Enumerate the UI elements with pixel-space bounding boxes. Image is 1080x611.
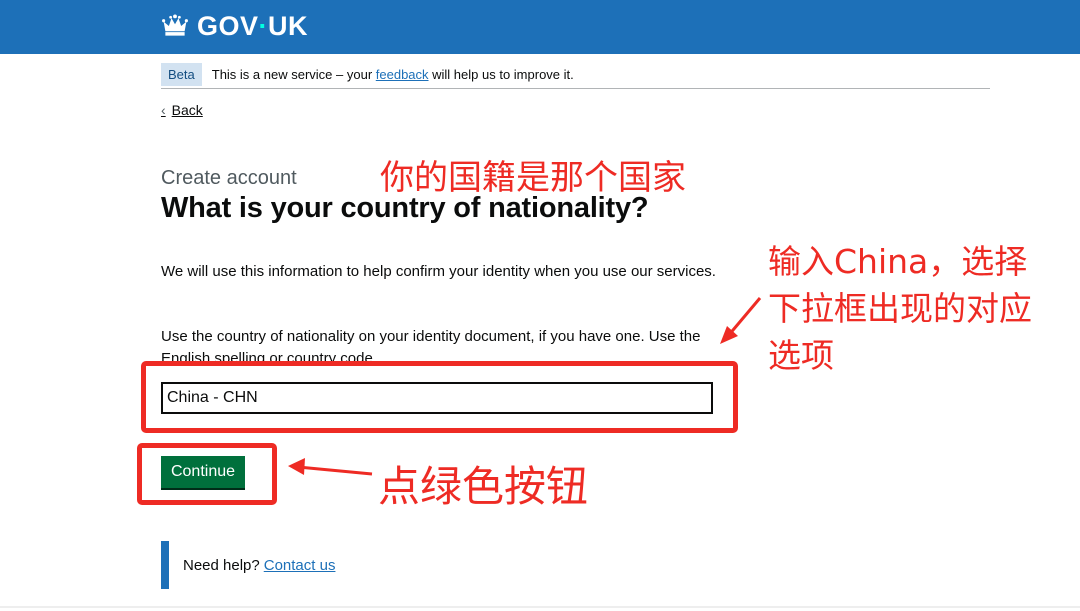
button-highlight-box [137, 443, 277, 505]
annotation-input-note-line3: 选项 [768, 336, 834, 375]
annotation-heading-note: 你的国籍是那个国家 [380, 158, 686, 198]
back-link-label: Back [171, 102, 203, 118]
info-paragraph: We will use this information to help con… [161, 263, 716, 280]
help-panel: Need help? Contact us [161, 541, 335, 589]
contact-us-link[interactable]: Contact us [264, 557, 336, 574]
page-caption: Create account [161, 167, 297, 189]
arrow-to-input [720, 297, 762, 344]
annotation-input-note-line1: 输入China，选择 [768, 242, 1028, 281]
annotation-input-note-line2: 下拉框出现的对应 [768, 289, 1032, 328]
phase-banner-text: This is a new service – your feedback wi… [211, 66, 574, 82]
govuk-header: GOV·UK [0, 0, 1080, 52]
annotation-button-note: 点绿色按钮 [378, 462, 589, 511]
help-text: Need help? [183, 556, 260, 574]
input-highlight-box [141, 361, 738, 433]
header-underline [0, 52, 1080, 54]
beta-tag: Beta [161, 62, 202, 86]
back-link[interactable]: ‹ Back [161, 102, 203, 118]
arrow-to-button [288, 458, 373, 476]
crown-icon [162, 14, 188, 36]
govuk-logo-link[interactable]: GOV·UK [161, 9, 308, 43]
phase-banner: Beta This is a new service – your feedba… [161, 60, 990, 89]
chevron-left-icon: ‹ [161, 102, 166, 118]
govuk-logo-text: GOV·UK [197, 10, 309, 41]
feedback-link[interactable]: feedback [376, 67, 429, 82]
footer-divider [0, 606, 1080, 608]
